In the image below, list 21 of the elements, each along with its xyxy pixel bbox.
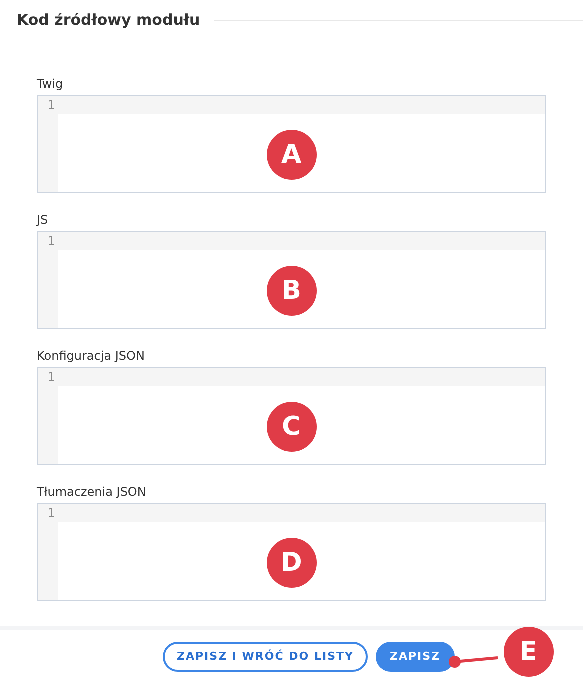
editor-label: Konfiguracja JSON bbox=[37, 349, 146, 363]
editor-label: Twig bbox=[37, 77, 64, 91]
code-editor[interactable]: 1 C bbox=[37, 367, 546, 465]
code-editor[interactable]: 1 B bbox=[37, 231, 546, 329]
callout-badge: B bbox=[266, 266, 316, 316]
line-number: 1 bbox=[48, 505, 56, 522]
editor-label: JS bbox=[37, 213, 50, 227]
save-and-return-button[interactable]: ZAPISZ I WRÓĆ DO LISTY bbox=[163, 642, 368, 672]
code-editor[interactable]: 1 D bbox=[37, 503, 546, 601]
section-title: Kod źródłowy modułu bbox=[17, 10, 200, 31]
callout-badge: E bbox=[504, 627, 554, 677]
line-number: 1 bbox=[48, 369, 56, 386]
callout-badge: C bbox=[266, 402, 316, 452]
callout-badge: A bbox=[266, 130, 316, 180]
editor-label: Tłumaczenia JSON bbox=[37, 485, 148, 499]
leader-line bbox=[448, 655, 498, 669]
line-number: 1 bbox=[48, 233, 56, 250]
callout-badge: D bbox=[266, 538, 316, 588]
line-number: 1 bbox=[48, 97, 56, 114]
save-button[interactable]: ZAPISZ bbox=[376, 642, 455, 672]
code-editor[interactable]: 1 A bbox=[37, 95, 546, 193]
